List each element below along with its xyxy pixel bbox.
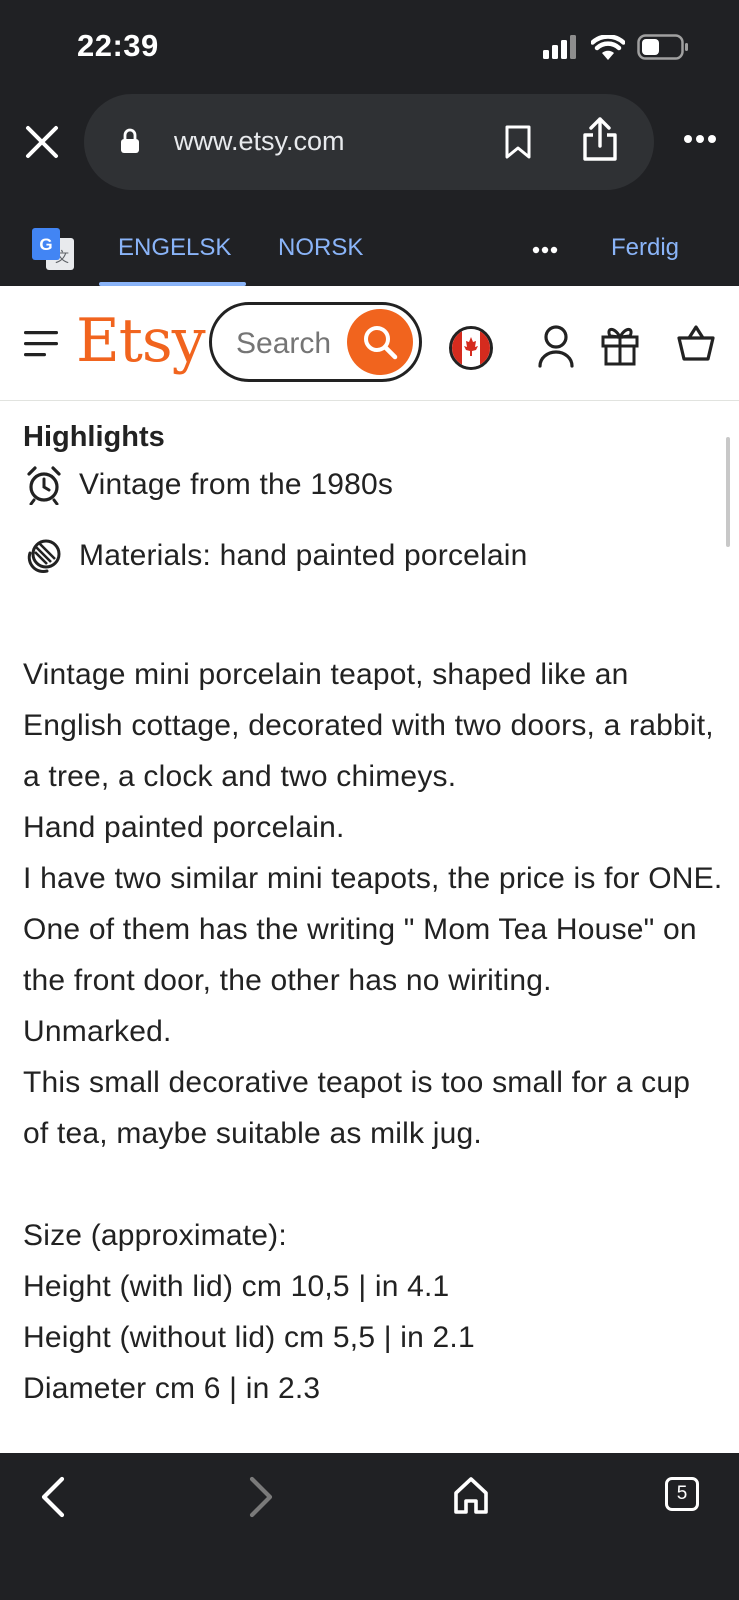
forward-icon[interactable] [246,1475,276,1519]
canada-flag-icon [452,329,490,367]
description-line: Hand painted porcelain. [23,811,345,844]
google-translate-icon: 文 G [32,228,74,270]
status-bar: 22:39 [0,0,739,90]
tab-target-language[interactable]: NORSK [278,234,363,262]
description-line: Vintage mini porcelain teapot, shaped li… [23,658,714,793]
description-line: Size (approximate): [23,1219,287,1252]
close-icon [26,126,58,158]
highlight-text: Vintage from the 1980s [79,468,394,501]
item-description: Vintage mini porcelain teapot, shaped li… [23,649,723,1414]
description-line: Unmarked. [23,1015,172,1048]
description-line: This small decorative teapot is too smal… [23,1066,691,1150]
gift-icon[interactable] [600,324,640,366]
description-line: Height (with lid) cm 10,5 | in 4.1 [23,1270,450,1303]
description-blank-line [23,1159,723,1210]
search-bar [209,302,422,382]
search-input[interactable] [236,327,356,361]
address-bar[interactable]: www.etsy.com [84,94,654,190]
account-icon[interactable] [537,324,575,368]
back-icon[interactable] [38,1475,68,1519]
materials-icon [27,539,61,573]
description-line: One of them has the writing " Mom Tea Ho… [23,913,697,997]
page-scrollbar[interactable] [726,437,730,547]
lock-icon [121,128,139,153]
url-text: www.etsy.com [174,126,345,156]
status-icons [543,34,689,60]
more-options-icon[interactable] [683,134,717,144]
highlights-title: Highlights [23,421,165,453]
etsy-header: Etsy [0,286,739,401]
wifi-icon [591,34,625,60]
tab-switcher-button[interactable]: 5 [665,1477,699,1511]
highlight-item: Materials: hand painted porcelain [25,537,528,575]
cart-icon[interactable] [677,324,715,362]
battery-icon [637,34,688,60]
translate-more-icon[interactable] [532,246,558,254]
browser-url-row: www.etsy.com [0,90,739,200]
browser-bottom-toolbar: 5 [0,1453,739,1600]
menu-icon[interactable] [24,330,60,358]
highlight-text: Materials: hand painted porcelain [79,539,528,572]
close-tab-button[interactable] [20,120,64,164]
highlight-item: Vintage from the 1980s [25,465,393,505]
translate-bar: 文 G ENGELSK NORSK Ferdig [0,200,739,286]
bookmark-icon[interactable] [504,124,532,160]
home-icon[interactable] [452,1475,490,1515]
cellular-signal-icon [543,35,576,59]
status-time: 22:39 [77,28,159,63]
share-icon[interactable] [580,116,620,162]
description-line: I have two similar mini teapots, the pri… [23,862,723,895]
alarm-clock-icon [27,466,61,505]
listing-content: Highlights Vintage from the 1980s Materi… [0,401,739,1453]
region-flag-button[interactable] [449,326,493,370]
search-icon [364,326,398,360]
search-button[interactable] [347,309,413,375]
etsy-logo[interactable]: Etsy [76,306,206,376]
description-line: Diameter cm 6 | in 2.3 [23,1372,321,1405]
done-button[interactable]: Ferdig [611,234,679,262]
svg-text:G: G [39,235,52,254]
tab-source-language[interactable]: ENGELSK [118,234,231,262]
description-line: Height (without lid) cm 5,5 | in 2.1 [23,1321,475,1354]
